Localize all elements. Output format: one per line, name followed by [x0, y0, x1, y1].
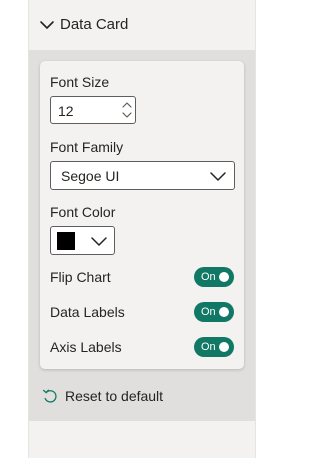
reset-label: Reset to default [65, 388, 164, 404]
flip-chart-toggle[interactable]: On [194, 267, 234, 287]
font-color-picker[interactable] [50, 226, 115, 255]
flip-chart-row: Flip Chart On [40, 267, 244, 287]
toggle-state-text: On [201, 271, 216, 283]
format-pane-screen: Data Card Font Size 12 Font Family Segoe… [0, 0, 284, 458]
reset-icon [42, 389, 57, 403]
font-size-value: 12 [58, 103, 74, 119]
toggle-state-text: On [201, 341, 216, 353]
data-labels-label: Data Labels [50, 304, 125, 320]
axis-labels-label: Axis Labels [50, 339, 122, 355]
font-family-value: Segoe UI [61, 168, 120, 184]
section-title: Data Card [60, 16, 129, 33]
toggle-knob [219, 307, 229, 317]
font-family-label: Font Family [50, 139, 124, 155]
axis-labels-row: Axis Labels On [40, 337, 244, 357]
toggle-knob [219, 342, 229, 352]
pane-right-divider [255, 0, 256, 458]
settings-card: Font Size 12 Font Family Segoe UI Font C… [40, 61, 244, 369]
flip-chart-label: Flip Chart [50, 269, 111, 285]
chevron-down-icon [91, 237, 107, 246]
chevron-down-icon [40, 21, 54, 29]
font-color-label: Font Color [50, 204, 116, 220]
chevron-down-icon [210, 172, 226, 181]
axis-labels-toggle[interactable]: On [194, 337, 234, 357]
font-size-stepper[interactable]: 12 [50, 96, 136, 124]
reset-to-default-button[interactable]: Reset to default [42, 386, 192, 406]
toggle-state-text: On [201, 306, 216, 318]
data-card-section-header[interactable]: Data Card [29, 0, 255, 50]
toggle-knob [219, 272, 229, 282]
color-swatch [57, 232, 75, 250]
stepper-arrows-icon[interactable] [120, 98, 134, 122]
font-size-label: Font Size [50, 74, 110, 90]
data-labels-row: Data Labels On [40, 302, 244, 322]
font-family-dropdown[interactable]: Segoe UI [50, 161, 235, 190]
format-pane: Data Card Font Size 12 Font Family Segoe… [29, 0, 255, 458]
data-card-section-body: Font Size 12 Font Family Segoe UI Font C… [29, 50, 255, 421]
data-labels-toggle[interactable]: On [194, 302, 234, 322]
